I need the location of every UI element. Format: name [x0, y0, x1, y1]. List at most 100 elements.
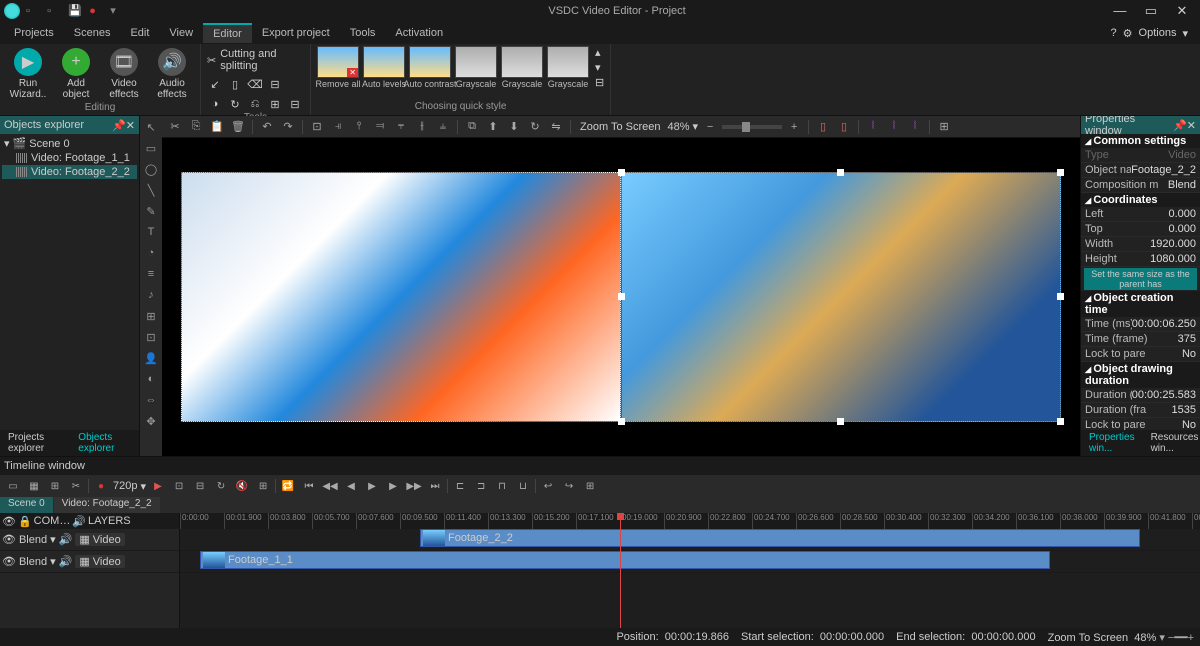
vtool-icon[interactable]: ✥ [142, 412, 160, 430]
speaker-icon[interactable]: 🔊 [59, 533, 73, 546]
style-grayscale-2[interactable]: Grayscale [501, 46, 543, 89]
front-icon[interactable]: ⬆ [484, 118, 502, 136]
vtool-icon[interactable]: ▭ [142, 139, 160, 157]
marker-purple-3-icon[interactable]: ⦚ [906, 118, 924, 136]
eye-icon[interactable]: 👁 [2, 533, 16, 546]
pin-icon[interactable]: 📌 [1173, 119, 1187, 132]
align-left-icon[interactable]: ⫣ [329, 118, 347, 136]
style-down-icon[interactable]: ▾ [595, 61, 604, 74]
back-icon[interactable]: ⬇ [505, 118, 523, 136]
timeline-tracks-area[interactable]: 0:00:0000:01.90000:03.80000:05.70000:07.… [180, 513, 1200, 628]
tab-properties[interactable]: Properties win... [1081, 430, 1143, 456]
align-center-v-icon[interactable]: ⫲ [413, 118, 431, 136]
add-object-button[interactable]: +Add object [54, 46, 98, 102]
preview-area[interactable] [162, 138, 1080, 456]
preview-canvas[interactable] [181, 172, 1061, 422]
record-icon[interactable]: ● [92, 477, 110, 495]
menu-scenes[interactable]: Scenes [64, 24, 121, 42]
tl-icon[interactable]: ⊓ [493, 477, 511, 495]
style-more-icon[interactable]: ⊟ [595, 76, 604, 89]
tool-icon[interactable]: ⊟ [267, 76, 283, 92]
tool-icon[interactable]: ◑ [207, 96, 223, 112]
chevron-down-icon[interactable]: ▾ [50, 533, 56, 546]
tl-tool-icon[interactable]: ✂ [67, 477, 85, 495]
vtool-icon[interactable]: ⊡ [142, 328, 160, 346]
marker-red-icon[interactable]: ▯ [814, 118, 832, 136]
qat-save-icon[interactable]: 💾 [68, 4, 82, 18]
zoom-in-icon[interactable]: + [785, 118, 803, 136]
resize-handle[interactable] [618, 418, 625, 425]
run-wizard-button[interactable]: ▶Run Wizard.. [6, 46, 50, 102]
undo-icon[interactable]: ↶ [258, 118, 276, 136]
options-label[interactable]: Options [1139, 27, 1177, 39]
resize-handle[interactable] [1057, 169, 1064, 176]
resize-handle[interactable] [1057, 293, 1064, 300]
copy-icon[interactable]: ⎘ [187, 118, 205, 136]
tl-tool-icon[interactable]: ▭ [4, 477, 22, 495]
vtool-icon[interactable]: ◔ [142, 244, 160, 262]
timeline-ruler[interactable]: 0:00:0000:01.90000:03.80000:05.70000:07.… [180, 513, 1200, 529]
vtool-icon[interactable]: ⊞ [142, 307, 160, 325]
resize-handle[interactable] [837, 418, 844, 425]
rotate-icon[interactable]: ↻ [526, 118, 544, 136]
tl-icon[interactable]: ↩ [539, 477, 557, 495]
tl-icon[interactable]: ↪ [560, 477, 578, 495]
tl-icon[interactable]: ⊡ [170, 477, 188, 495]
menu-view[interactable]: View [159, 24, 203, 42]
flip-icon[interactable]: ⇋ [547, 118, 565, 136]
vtool-icon[interactable]: ≡ [142, 265, 160, 283]
goto-end-icon[interactable]: ⏭ [426, 477, 444, 495]
mute-icon[interactable]: 🔇 [233, 477, 251, 495]
resolution-label[interactable]: 720p [113, 480, 137, 492]
preview-video-1[interactable] [181, 172, 621, 422]
paste-icon[interactable]: 📋 [208, 118, 226, 136]
speaker-icon[interactable]: 🔊 [72, 515, 86, 528]
vtool-icon[interactable]: ⇔ [142, 391, 160, 409]
gear-icon[interactable]: ⚙ [1123, 27, 1133, 40]
tool-icon[interactable]: ▯ [227, 76, 243, 92]
menu-tools[interactable]: Tools [340, 24, 386, 42]
resize-handle[interactable] [837, 169, 844, 176]
timeline-clip-1[interactable]: Footage_2_2 [420, 529, 1140, 547]
style-grayscale-3[interactable]: Grayscale [547, 46, 589, 89]
play-preview-icon[interactable]: ▶ [149, 477, 167, 495]
speaker-icon[interactable]: 🔊 [59, 555, 73, 568]
track-row-2[interactable]: 👁 Blend ▾ 🔊 ▦ Video [0, 551, 179, 573]
tool-icon[interactable]: ⎌ [247, 96, 263, 112]
menu-edit[interactable]: Edit [120, 24, 159, 42]
tool-icon[interactable]: ⊟ [287, 96, 303, 112]
tab-resources[interactable]: Resources win... [1143, 430, 1200, 456]
tab-projects-explorer[interactable]: Projects explorer [0, 430, 70, 456]
options-dropdown-icon[interactable]: ▾ [1182, 27, 1188, 40]
tool-icon[interactable]: ↻ [227, 96, 243, 112]
tl-icon[interactable]: ⊞ [581, 477, 599, 495]
frame-back-icon[interactable]: ◀ [342, 477, 360, 495]
timeline-tab-scene[interactable]: Scene 0 [0, 497, 53, 513]
menu-editor[interactable]: Editor [203, 23, 252, 43]
property-action-button[interactable]: Set the same size as the parent has [1084, 268, 1197, 290]
tl-icon[interactable]: ⊟ [191, 477, 209, 495]
tl-icon[interactable]: ⊞ [254, 477, 272, 495]
playhead[interactable] [620, 513, 621, 628]
loop-icon[interactable]: 🔁 [279, 477, 297, 495]
audio-effects-button[interactable]: 🔊Audio effects [150, 46, 194, 102]
chevron-down-icon[interactable]: ▾ [50, 555, 56, 568]
eye-icon[interactable]: 👁 [2, 555, 16, 568]
style-remove-all[interactable]: ✕Remove all [317, 46, 359, 89]
resize-handle[interactable] [1057, 418, 1064, 425]
align-top-icon[interactable]: ⫧ [392, 118, 410, 136]
tree-item-2[interactable]: Video: Footage_2_2 [2, 165, 137, 179]
vtool-icon[interactable]: ↖ [142, 118, 160, 136]
chevron-down-icon[interactable]: ▾ [140, 480, 146, 493]
close-button[interactable]: ✕ [1168, 3, 1196, 19]
qat-new-icon[interactable]: ▫ [26, 5, 40, 19]
lock-icon[interactable]: 🔒 [18, 515, 32, 528]
zoom-out-icon[interactable]: − [701, 118, 719, 136]
menu-export[interactable]: Export project [252, 24, 340, 42]
tl-icon[interactable]: ⊐ [472, 477, 490, 495]
style-up-icon[interactable]: ▴ [595, 46, 604, 59]
align-bottom-icon[interactable]: ⫨ [434, 118, 452, 136]
tree-item-1[interactable]: Video: Footage_1_1 [2, 151, 137, 165]
qat-record-icon[interactable]: ● [89, 5, 103, 19]
timeline-tab-clip[interactable]: Video: Footage_2_2 [54, 497, 160, 513]
